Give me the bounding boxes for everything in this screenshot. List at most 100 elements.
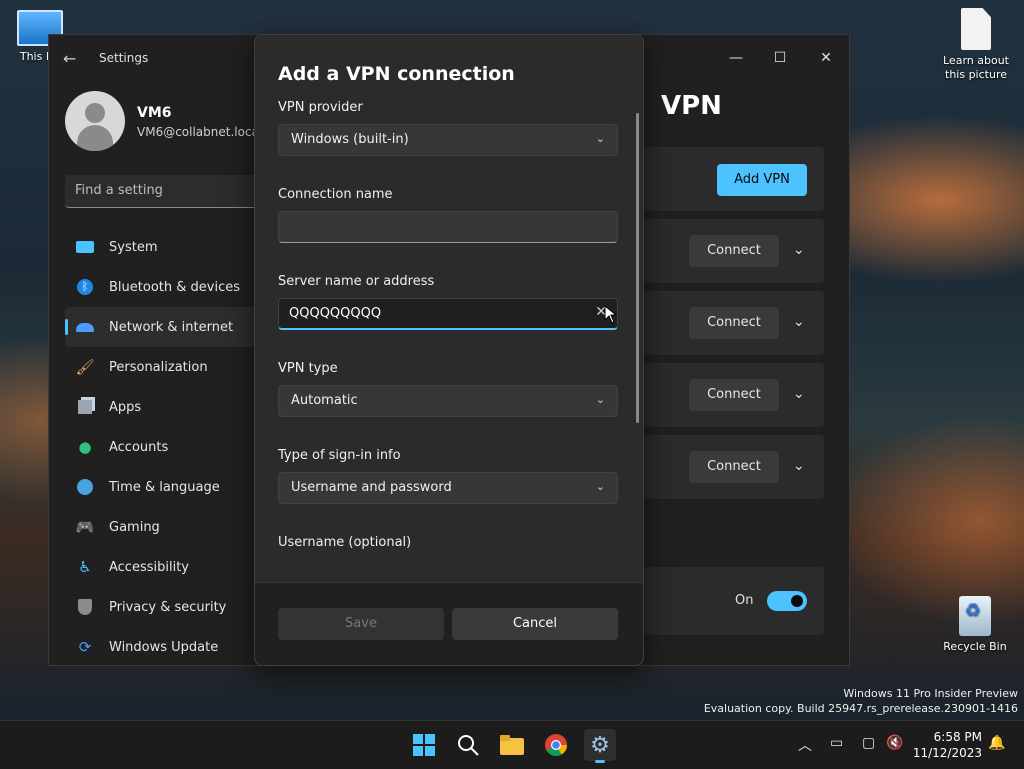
taskbar-search-button[interactable] (452, 729, 484, 761)
scrollbar[interactable] (636, 113, 639, 423)
chevron-down-icon: ⌄ (595, 132, 605, 145)
sidebar-item-apps[interactable]: Apps (65, 387, 265, 427)
watermark-line: Windows 11 Pro Insider Preview (843, 687, 1018, 700)
sidebar-item-network[interactable]: Network & internet (65, 307, 265, 347)
sidebar-item-label: Network & internet (109, 319, 234, 335)
sidebar-item-label: Windows Update (109, 639, 219, 655)
select-value: Username and password (291, 480, 452, 495)
connect-button[interactable]: Connect (689, 235, 779, 267)
desktop-icon-label: Recycle Bin (943, 640, 1007, 653)
connection-name-label: Connection name (278, 187, 393, 202)
server-field[interactable]: QQQQQQQQQ ✕ (278, 298, 618, 330)
chevron-down-icon[interactable]: ⌄ (793, 458, 805, 474)
sidebar-item-accounts[interactable]: ● Accounts (65, 427, 265, 467)
sidebar-item-label: Apps (109, 399, 142, 415)
apps-icon (75, 397, 95, 417)
taskbar-settings[interactable]: ⚙ (584, 729, 616, 763)
back-arrow-icon[interactable]: ← (63, 49, 76, 68)
sidebar-item-time-language[interactable]: Time & language (65, 467, 265, 507)
desktop-icon-learn-picture[interactable]: Learn about this picture (936, 8, 1016, 82)
chevron-up-icon[interactable]: ︿ (798, 735, 812, 755)
desktop-icon-recycle-bin[interactable]: ♻ Recycle Bin (940, 596, 1010, 654)
username-label: Username (optional) (278, 535, 412, 550)
dialog-title: Add a VPN connection (278, 63, 515, 85)
wifi-icon (75, 317, 95, 337)
avatar[interactable] (65, 91, 125, 151)
taskbar-chrome[interactable] (540, 729, 572, 761)
system-clock[interactable]: 6:58 PM 11/12/2023 (912, 729, 982, 761)
field-value: QQQQQQQQQ (289, 306, 382, 321)
sidebar-item-label: Personalization (109, 359, 208, 375)
document-icon (961, 8, 991, 50)
volume-muted-icon[interactable]: 🔇 (886, 735, 903, 751)
chevron-down-icon[interactable]: ⌄ (793, 242, 805, 258)
signin-type-label: Type of sign-in info (278, 448, 401, 463)
sidebar-item-personalization[interactable]: 🖌 Personalization (65, 347, 265, 387)
accessibility-icon: ♿ (78, 558, 92, 576)
connect-button[interactable]: Connect (689, 307, 779, 339)
vpn-type-select[interactable]: Automatic ⌄ (278, 385, 618, 417)
network-icon[interactable]: ▭ (830, 735, 843, 751)
display-icon[interactable]: ▢ (862, 735, 875, 751)
sidebar-item-label: Accessibility (109, 559, 189, 575)
recycle-bin-icon: ♻ (959, 596, 991, 636)
search-input[interactable]: Find a setting (65, 175, 265, 208)
close-icon[interactable]: ✕ (811, 43, 841, 73)
connect-button[interactable]: Connect (689, 379, 779, 411)
minimize-icon[interactable]: — (721, 43, 751, 73)
person-icon: ● (78, 438, 92, 456)
gamepad-icon: 🎮 (75, 518, 95, 536)
app-title: Settings (99, 51, 149, 65)
taskbar-file-explorer[interactable] (496, 729, 528, 761)
mouse-cursor-icon (604, 305, 618, 324)
chevron-down-icon[interactable]: ⌄ (793, 386, 805, 402)
sidebar-nav: System ᛒ Bluetooth & devices Network & i… (65, 227, 265, 667)
page-title: VPN (661, 91, 722, 121)
windows-logo-icon (413, 734, 435, 756)
sidebar-item-label: Time & language (109, 479, 220, 495)
add-vpn-dialog: Add a VPN connection VPN provider Window… (254, 34, 644, 666)
chevron-down-icon: ⌄ (595, 480, 605, 493)
connect-button[interactable]: Connect (689, 451, 779, 483)
sidebar-item-label: Privacy & security (109, 599, 227, 615)
folder-icon (500, 735, 524, 755)
cancel-button[interactable]: Cancel (452, 608, 618, 640)
server-label: Server name or address (278, 274, 435, 289)
toggle-state-label: On (735, 593, 754, 608)
add-vpn-button[interactable]: Add VPN (717, 164, 807, 196)
notification-bell-icon[interactable]: 🔔 (988, 735, 1005, 751)
sidebar-item-label: Accounts (109, 439, 169, 455)
watermark-line: Evaluation copy. Build 25947.rs_prerelea… (703, 702, 1018, 715)
bluetooth-icon: ᛒ (75, 277, 95, 297)
sidebar-item-windows-update[interactable]: ⟳ Windows Update (65, 627, 265, 667)
globe-icon (75, 477, 95, 497)
select-value: Windows (built-in) (291, 132, 409, 147)
desktop-icon-label: Learn about this picture (943, 54, 1009, 81)
search-placeholder: Find a setting (75, 183, 163, 198)
taskbar: ⚙ ︿ ▭ ▢ 🔇 6:58 PM 11/12/2023 🔔 (0, 720, 1024, 769)
user-name: VM6 (137, 105, 172, 121)
maximize-icon[interactable]: ☐ (765, 43, 795, 73)
chrome-icon (545, 734, 567, 756)
sidebar-item-label: System (109, 239, 158, 255)
sidebar-item-system[interactable]: System (65, 227, 265, 267)
vpn-toggle[interactable] (767, 591, 807, 611)
start-button[interactable] (408, 729, 440, 761)
clock-date: 11/12/2023 (912, 746, 982, 760)
sidebar-item-gaming[interactable]: 🎮 Gaming (65, 507, 265, 547)
search-icon (458, 735, 479, 756)
sidebar-item-accessibility[interactable]: ♿ Accessibility (65, 547, 265, 587)
sidebar-item-label: Bluetooth & devices (109, 279, 240, 295)
select-value: Automatic (291, 393, 358, 408)
vpn-provider-select[interactable]: Windows (built-in) ⌄ (278, 124, 618, 156)
connection-name-field[interactable] (278, 211, 618, 243)
clock-time: 6:58 PM (933, 730, 982, 744)
chevron-down-icon[interactable]: ⌄ (793, 314, 805, 330)
shield-icon (75, 597, 95, 617)
signin-type-select[interactable]: Username and password ⌄ (278, 472, 618, 504)
sidebar-item-bluetooth[interactable]: ᛒ Bluetooth & devices (65, 267, 265, 307)
save-button[interactable]: Save (278, 608, 444, 640)
sidebar-item-privacy[interactable]: Privacy & security (65, 587, 265, 627)
gear-icon: ⚙ (590, 732, 610, 758)
vpn-type-label: VPN type (278, 361, 338, 376)
